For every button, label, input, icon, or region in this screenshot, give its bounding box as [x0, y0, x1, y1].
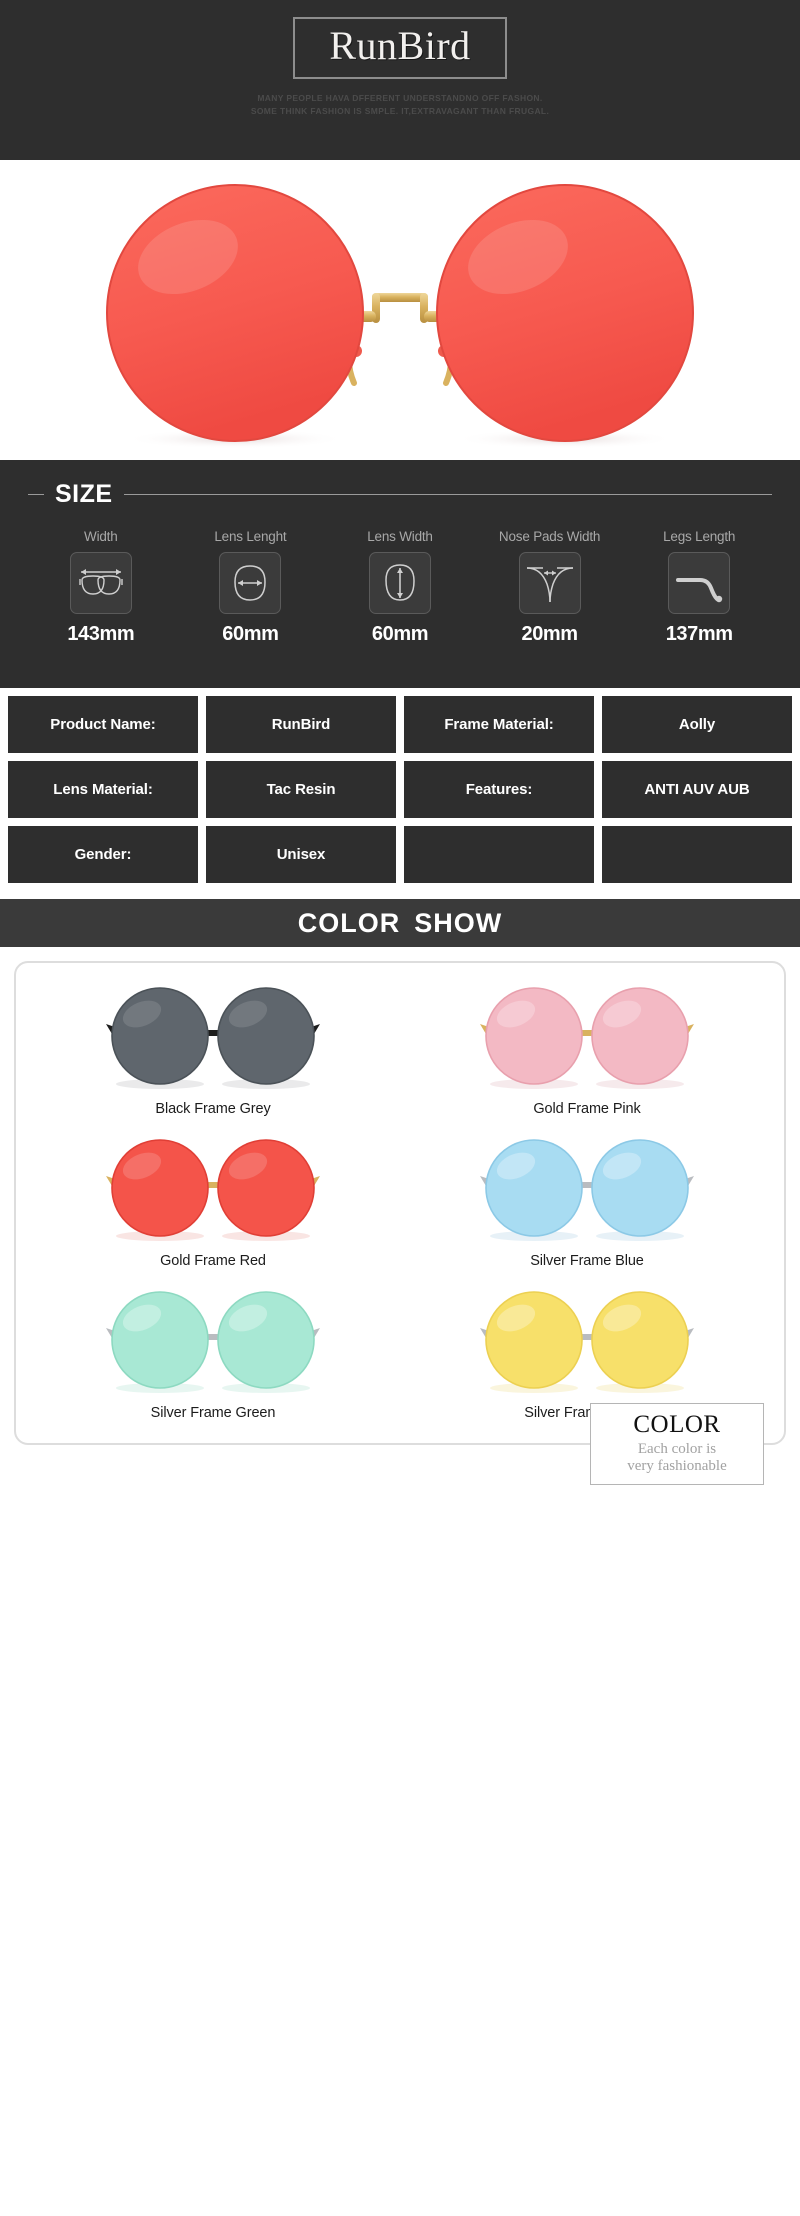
- size-column-legs-length: Legs Length 137mm: [624, 529, 774, 646]
- sunglasses-icon: [106, 987, 320, 1089]
- spec-value-lens-material: Tac Resin: [206, 761, 396, 818]
- variant-thumbnail: [93, 1281, 333, 1399]
- spec-value-frame-material: Aolly: [602, 696, 792, 753]
- color-variants-card: Black Frame Grey Gold Frame Pink Gold Fr…: [14, 961, 786, 1485]
- size-value: 60mm: [371, 623, 429, 645]
- variant-thumbnail: [467, 1281, 707, 1399]
- color-variants-grid: Black Frame Grey Gold Frame Pink Gold Fr…: [26, 977, 774, 1431]
- tagline-line-1: MANY PEOPLE HAVA DFFERENT UNDERSTANDNO O…: [257, 93, 543, 103]
- spec-cell-empty: [602, 826, 792, 883]
- size-label: Legs Length: [663, 529, 736, 544]
- brand-name: RunBird: [329, 23, 471, 68]
- size-column-lens-width: Lens Width 60mm: [325, 529, 475, 646]
- brand-header: RunBird MANY PEOPLE HAVA DFFERENT UNDERS…: [0, 0, 800, 160]
- spec-label-frame-material: Frame Material:: [404, 696, 594, 753]
- spec-label-features: Features:: [404, 761, 594, 818]
- size-label: Lens Width: [367, 529, 433, 544]
- color-show-title: COLOR SHOW: [298, 908, 503, 939]
- variant-name: Silver Frame Blue: [530, 1253, 644, 1269]
- spec-label-product-name: Product Name:: [8, 696, 198, 753]
- color-variant-black-frame-grey[interactable]: Black Frame Grey: [26, 977, 400, 1127]
- legs-length-icon: [668, 552, 731, 614]
- size-value: 20mm: [521, 623, 578, 645]
- size-panel: SIZE Width 143mm Lens Lenght 60mm Lens W…: [0, 460, 800, 688]
- color-show-word-2: SHOW: [414, 907, 503, 938]
- spec-label-gender: Gender:: [8, 826, 198, 883]
- variant-name: Gold Frame Pink: [533, 1101, 641, 1117]
- size-column-width: Width 143mm: [26, 529, 176, 646]
- specification-table: Product Name: RunBird Frame Material: Ao…: [0, 688, 800, 891]
- tagline-line-2: SOME THINK FASHION IS SMPLE. IT,EXTRAVAG…: [250, 106, 550, 117]
- size-rule-right: [123, 494, 772, 495]
- size-column-nose-pads-width: Nose Pads Width 20mm: [475, 529, 625, 646]
- table-row: Gender: Unisex: [8, 826, 792, 883]
- nose-pads-width-icon: [518, 552, 581, 614]
- size-heading-row: SIZE: [22, 482, 778, 507]
- sunglasses-icon: [106, 1139, 320, 1241]
- callout-line-2: very fashionable: [627, 1457, 727, 1474]
- brand-logo-box: RunBird: [293, 17, 507, 79]
- callout-title: COLOR: [633, 1411, 721, 1438]
- color-variant-silver-frame-blue[interactable]: Silver Frame Blue: [400, 1129, 774, 1279]
- variant-thumbnail: [93, 1129, 333, 1247]
- size-label: Width: [84, 529, 118, 544]
- lens-length-icon: [219, 552, 282, 614]
- sunglasses-icon: [480, 1291, 694, 1393]
- sunglasses-icon: [480, 1139, 694, 1241]
- variant-name: Silver Frame Green: [150, 1405, 276, 1421]
- color-show-word-1: COLOR: [297, 907, 401, 938]
- color-callout-box: COLOR Each color is very fashionable: [590, 1403, 764, 1485]
- color-variant-gold-frame-pink[interactable]: Gold Frame Pink: [400, 977, 774, 1127]
- lens-width-icon: [368, 552, 431, 614]
- color-variant-silver-frame-green[interactable]: Silver Frame Green: [26, 1281, 400, 1431]
- color-variant-gold-frame-red[interactable]: Gold Frame Red: [26, 1129, 400, 1279]
- size-title: SIZE: [55, 480, 113, 508]
- spec-value-product-name: RunBird: [206, 696, 396, 753]
- size-label: Nose Pads Width: [498, 529, 601, 544]
- hero-product-image: [0, 160, 800, 460]
- spec-cell-empty: [404, 826, 594, 883]
- frame-width-icon: [69, 552, 132, 614]
- sunglasses-front-illustration: [106, 184, 694, 449]
- variant-name: Black Frame Grey: [155, 1101, 271, 1117]
- color-variants-section: Black Frame Grey Gold Frame Pink Gold Fr…: [0, 947, 800, 1485]
- size-rule-left: [28, 494, 44, 495]
- variant-name: Gold Frame Red: [160, 1253, 266, 1269]
- spec-value-features: ANTI AUV AUB: [602, 761, 792, 818]
- variant-thumbnail: [93, 977, 333, 1095]
- color-show-banner: COLOR SHOW: [0, 899, 800, 947]
- spec-value-gender: Unisex: [206, 826, 396, 883]
- callout-line-1: Each color is: [637, 1440, 717, 1457]
- size-columns: Width 143mm Lens Lenght 60mm Lens Width …: [22, 529, 778, 646]
- size-value: 143mm: [67, 623, 135, 645]
- sunglasses-icon: [480, 987, 694, 1089]
- size-value: 60mm: [222, 623, 279, 645]
- size-label: Lens Lenght: [214, 529, 287, 544]
- variant-thumbnail: [467, 1129, 707, 1247]
- variant-thumbnail: [467, 977, 707, 1095]
- spec-label-lens-material: Lens Material:: [8, 761, 198, 818]
- size-column-lens-length: Lens Lenght 60mm: [176, 529, 326, 646]
- product-detail-page: RunBird MANY PEOPLE HAVA DFFERENT UNDERS…: [0, 0, 800, 2216]
- size-value: 137mm: [665, 623, 733, 645]
- table-row: Product Name: RunBird Frame Material: Ao…: [8, 696, 792, 753]
- brand-tagline: MANY PEOPLE HAVA DFFERENT UNDERSTANDNO O…: [251, 92, 549, 118]
- sunglasses-icon: [106, 1291, 320, 1393]
- callout-subtitle: Each color is very fashionable: [597, 1441, 757, 1476]
- table-row: Lens Material: Tac Resin Features: ANTI …: [8, 761, 792, 818]
